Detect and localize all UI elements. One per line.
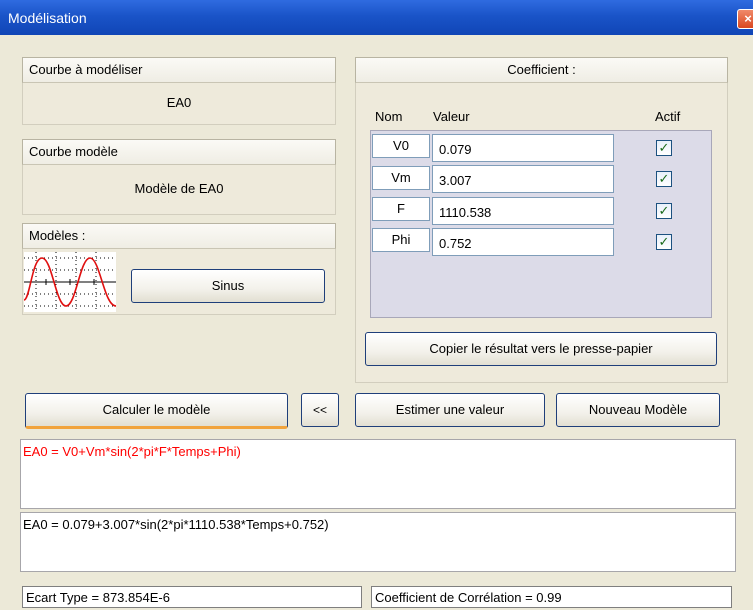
model-curve-header: Courbe modèle [22,139,336,165]
coefficient-header: Coefficient : [355,57,728,83]
coef-value-field[interactable]: 0.079 [432,134,614,162]
coef-active-checkbox[interactable]: ✓ [656,203,672,219]
new-model-button[interactable]: Nouveau Modèle [556,393,720,427]
coef-active-checkbox[interactable]: ✓ [656,234,672,250]
correlation-field: Coefficient de Corrélation = 0.99 [371,586,732,608]
sinus-model-button[interactable]: Sinus [131,269,325,303]
coef-name-cell: V0 [372,134,430,158]
model-curve-panel: Modèle de EA0 [22,165,336,215]
curve-to-model-header: Courbe à modéliser [22,57,336,83]
col-header-name: Nom [375,109,403,124]
models-panel: Sinus [22,249,336,315]
model-curve-value: Modèle de EA0 [134,181,224,196]
close-icon[interactable]: × [737,9,753,29]
copy-result-button[interactable]: Copier le résultat vers le presse-papier [365,332,717,366]
dialog-client: Courbe à modéliser EA0 Courbe modèle Mod… [0,35,753,610]
col-header-value: Valeur [433,109,470,124]
estimate-value-button[interactable]: Estimer une valeur [355,393,545,427]
coef-name-cell: F [372,197,430,221]
coef-active-checkbox[interactable]: ✓ [656,171,672,187]
collapse-button[interactable]: << [301,393,339,427]
coef-name-cell: Phi [372,228,430,252]
coef-active-checkbox[interactable]: ✓ [656,140,672,156]
coef-value-field[interactable]: 3.007 [432,165,614,193]
curve-to-model-panel: EA0 [22,83,336,125]
coef-name-cell: Vm [372,166,430,190]
curve-to-model-value: EA0 [166,95,192,110]
models-header: Modèles : [22,223,336,249]
coef-value-field[interactable]: 0.752 [432,228,614,256]
sine-wave-icon [24,252,116,312]
compute-model-button[interactable]: Calculer le modèle [25,393,288,429]
window-title: Modélisation [8,10,87,26]
std-dev-field: Ecart Type = 873.854E-6 [22,586,362,608]
title-bar: Modélisation × [0,0,753,35]
coefficient-grid: V0 0.079 ✓ Vm 3.007 ✓ F 1110.538 ✓ Phi 0… [370,130,712,318]
model-result-textarea[interactable]: EA0 = 0.079+3.007*sin(2*pi*1110.538*Temp… [20,512,736,572]
col-header-active: Actif [655,109,681,124]
model-formula-textarea[interactable]: EA0 = V0+Vm*sin(2*pi*F*Temps+Phi) [20,439,736,509]
coef-value-field[interactable]: 1110.538 [432,197,614,225]
